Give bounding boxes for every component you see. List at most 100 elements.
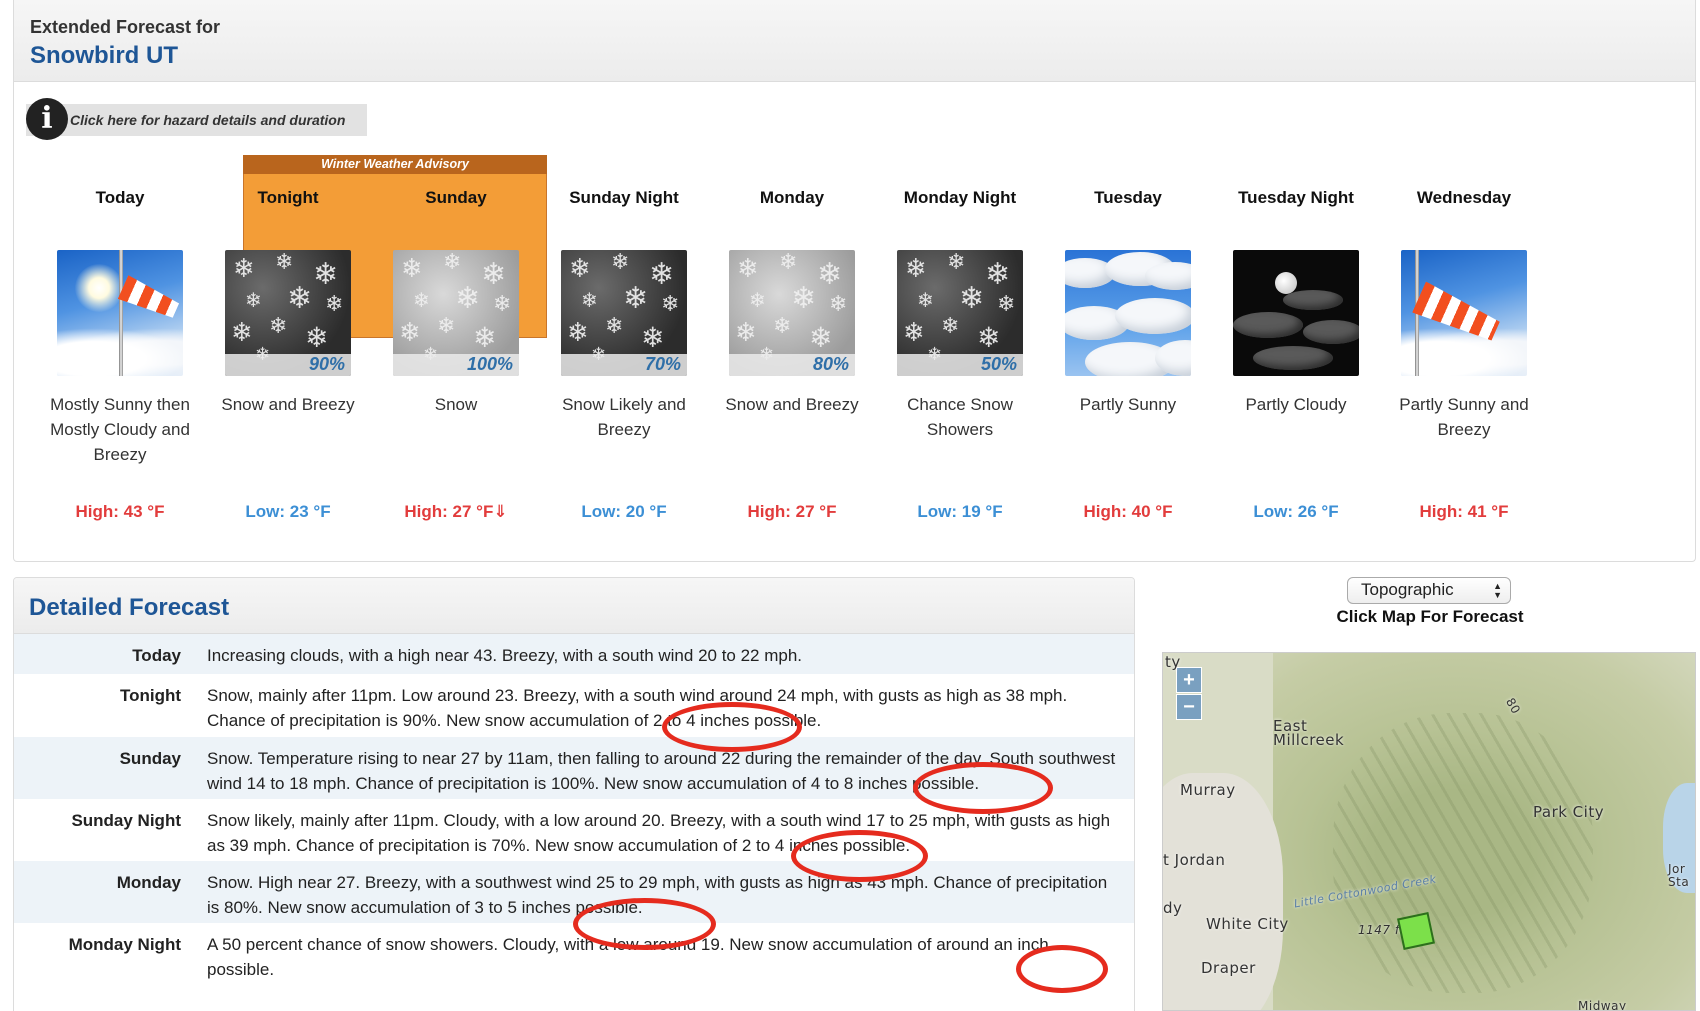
snowflake-shape: ❄ (455, 281, 481, 316)
period-temperature: High: 27 °F (747, 502, 837, 521)
period-name: Wednesday (1416, 188, 1512, 207)
detailed-period-text: Snow. Temperature rising to near 27 by 1… (207, 749, 1116, 793)
detailed-forecast-row: Sunday Night Snow likely, mainly after 11… (14, 799, 1134, 861)
cloud-shape (1253, 346, 1333, 370)
period-name: Tonight (257, 188, 319, 207)
detailed-period-text: Snow. High near 27. Breezy, with a south… (207, 873, 1108, 917)
period-temperature: Low: 20 °F (581, 502, 667, 521)
detailed-period-text: A 50 percent chance of snow showers. Clo… (207, 935, 1049, 979)
snowflake-shape: ❄ (611, 250, 630, 275)
snowflake-shape: ❄ (817, 257, 843, 292)
period-temperature: Low: 26 °F (1253, 502, 1339, 521)
period-temperature: High: 27 °F⇓ (404, 502, 508, 521)
period-temperature: Low: 19 °F (917, 502, 1003, 521)
snowflake-shape: ❄ (959, 281, 985, 316)
forecast-map[interactable]: + − East Millcreek Murray Park City t Jo… (1162, 652, 1696, 1011)
detailed-period-label: Today (132, 646, 181, 665)
snowflake-shape: ❄ (443, 250, 462, 275)
windsock-shape (118, 275, 182, 322)
zoom-out-button[interactable]: − (1176, 694, 1202, 720)
period-description: Partly Cloudy (1245, 395, 1347, 414)
info-icon[interactable]: i (26, 98, 68, 140)
cloud-shape (1233, 312, 1303, 338)
period-temperature: High: 43 °F (75, 502, 165, 521)
snowflake-shape: ❄ (493, 292, 512, 317)
map-ridges (1333, 713, 1593, 993)
snowflake-shape: ❄ (985, 257, 1011, 292)
map-type-select[interactable]: Topographic ▲ ▼ (1347, 577, 1511, 604)
partly-sunny-icon[interactable] (1065, 250, 1191, 376)
detailed-period-label: Sunday (119, 749, 181, 768)
period-name: Monday Night (903, 188, 1017, 207)
detailed-period-label: Tonight (119, 686, 181, 705)
cloud-shape (1401, 324, 1527, 376)
map-caption: Click Map For Forecast (1336, 607, 1524, 626)
hazard-link[interactable]: Click here for hazard details and durati… (70, 112, 345, 128)
map-label: Park City (1533, 803, 1605, 821)
snowflake-shape: ❄ (947, 250, 966, 275)
forecast-period: Today Mostly Sunny then Mostly Cloudy and… (35, 185, 205, 522)
snowflake-shape: ❄ (829, 292, 848, 317)
detailed-period-text: Snow likely, mainly after 11pm. Cloudy, … (207, 811, 1111, 855)
snow-night-icon[interactable]: ❄❄❄❄❄❄❄❄❄❄70% (561, 250, 687, 376)
snowflake-shape: ❄ (623, 281, 649, 316)
detailed-forecast-panel: Detailed Forecast Today Increasing clouds… (13, 577, 1135, 1011)
period-description: Snow and Breezy (221, 395, 355, 414)
forecast-point-marker[interactable] (1397, 912, 1435, 950)
snowflake-shape: ❄ (581, 288, 598, 312)
period-name: Tuesday (1094, 188, 1162, 207)
extended-forecast-header: Extended Forecast for Snowbird UT (14, 0, 1695, 82)
snowflake-shape: ❄ (399, 318, 421, 348)
snowflake-shape: ❄ (779, 250, 798, 275)
snowflake-shape: ❄ (737, 254, 759, 284)
snowflake-shape: ❄ (641, 321, 665, 354)
snowflake-shape: ❄ (231, 318, 253, 348)
windy-icon[interactable] (1401, 250, 1527, 376)
precip-percent: 90% (308, 354, 345, 374)
advisory-title[interactable]: Winter Weather Advisory (243, 155, 547, 174)
snowflake-shape: ❄ (567, 318, 589, 348)
sunny-windy-icon[interactable] (57, 250, 183, 376)
snowflake-shape: ❄ (809, 321, 833, 354)
period-name: Sunday Night (569, 188, 679, 207)
snowflake-shape: ❄ (773, 314, 792, 339)
period-temperature: High: 41 °F (1419, 502, 1509, 521)
detailed-period-label: Sunday Night (71, 811, 181, 830)
snowflake-shape: ❄ (735, 318, 757, 348)
forecast-period: Wednesday Partly Sunny and Breezy High: 41… (1379, 185, 1549, 522)
snowflake-shape: ❄ (977, 321, 1001, 354)
precip-percent: 80% (812, 354, 849, 374)
detailed-forecast-title: Detailed Forecast (14, 578, 1134, 634)
cloud-shape (1115, 298, 1191, 334)
precip-percent: 50% (980, 354, 1017, 374)
forecast-period: Sunday ❄❄❄❄❄❄❄❄❄❄100% Snow High: 27 °F⇓ (371, 185, 541, 522)
snowflake-shape: ❄ (569, 254, 591, 284)
snowflake-shape: ❄ (275, 250, 294, 275)
snow-night-icon[interactable]: ❄❄❄❄❄❄❄❄❄❄50% (897, 250, 1023, 376)
sun-shape (75, 264, 123, 312)
period-description: Snow and Breezy (725, 395, 859, 414)
cloud-shape (1303, 320, 1359, 344)
snow-day-icon[interactable]: ❄❄❄❄❄❄❄❄❄❄80% (729, 250, 855, 376)
forecast-period: Tuesday Night Partly Cloudy Low: 26 °F (1211, 185, 1381, 522)
snowflake-shape: ❄ (791, 281, 817, 316)
snowflake-shape: ❄ (437, 314, 456, 339)
partly-cloudy-night-icon[interactable] (1233, 250, 1359, 376)
snow-day-icon[interactable]: ❄❄❄❄❄❄❄❄❄❄100% (393, 250, 519, 376)
map-label: t Jordan (1163, 851, 1226, 869)
map-label: Midway (1578, 999, 1627, 1011)
map-label: Murray (1180, 781, 1236, 799)
map-label: Jor Sta (1668, 862, 1690, 889)
period-name: Today (95, 188, 145, 207)
detailed-forecast-rows: Today Increasing clouds, with a high near… (14, 634, 1134, 985)
detailed-period-text: Snow, mainly after 11pm. Low around 23. … (207, 686, 1068, 730)
snowflake-shape: ❄ (661, 292, 680, 317)
moon-shape (1275, 272, 1297, 294)
snow-night-icon[interactable]: ❄❄❄❄❄❄❄❄❄❄90% (225, 250, 351, 376)
map-type-value: Topographic (1361, 580, 1454, 599)
cloud-shape (1145, 262, 1191, 290)
period-name: Tuesday Night (1238, 188, 1354, 207)
forecast-period: Tuesday Partly Sunny High: 40 °F (1043, 185, 1213, 522)
snowflake-shape: ❄ (749, 288, 766, 312)
snowflake-shape: ❄ (413, 288, 430, 312)
